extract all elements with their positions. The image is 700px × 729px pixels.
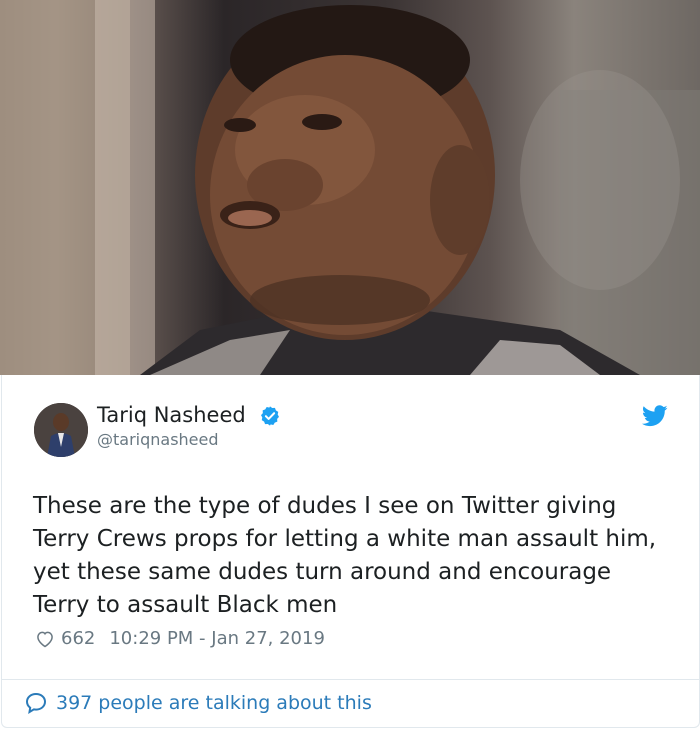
conversation-label[interactable]: 397 people are talking about this xyxy=(56,692,372,714)
avatar[interactable] xyxy=(34,403,88,457)
heart-icon[interactable] xyxy=(35,629,55,649)
user-handle[interactable]: @tariqnasheed xyxy=(97,430,219,449)
tweet-timestamp[interactable]: 10:29 PM - Jan 27, 2019 xyxy=(109,628,325,649)
avatar-image xyxy=(34,403,88,457)
comment-bubble-icon xyxy=(25,692,47,714)
like-count[interactable]: 662 xyxy=(61,628,95,649)
tweet-meta: 662 10:29 PM - Jan 27, 2019 xyxy=(35,628,325,649)
tweet-photo[interactable] xyxy=(0,0,700,375)
photo-illustration xyxy=(0,0,700,375)
tweet-text: These are the type of dudes I see on Twi… xyxy=(33,493,657,618)
display-name[interactable]: Tariq Nasheed xyxy=(97,403,246,427)
divider xyxy=(2,679,699,680)
twitter-bird-icon[interactable] xyxy=(642,405,668,427)
tweet-card[interactable]: Tariq Nasheed @tariqnasheed These are th… xyxy=(1,375,700,728)
verified-badge-icon xyxy=(261,406,279,426)
conversation-link[interactable]: 397 people are talking about this xyxy=(24,691,372,715)
